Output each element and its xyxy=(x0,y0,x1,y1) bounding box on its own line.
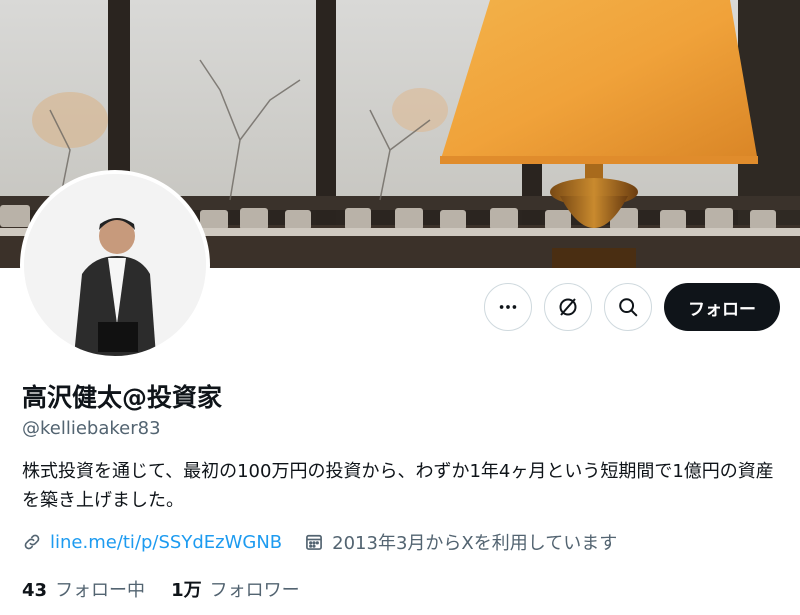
profile-link[interactable]: line.me/ti/p/SSYdEzWGNB xyxy=(22,532,282,553)
profile-link-text[interactable]: line.me/ti/p/SSYdEzWGNB xyxy=(50,532,282,553)
grok-icon xyxy=(559,298,577,316)
follow-stats: 43 フォロー中 1万 フォロワー xyxy=(22,576,326,602)
profile-actions: フォロー xyxy=(484,283,780,331)
search-button[interactable] xyxy=(604,283,652,331)
followers-stat[interactable]: 1万 フォロワー xyxy=(171,576,300,602)
bio-text: 株式投資を通じて、最初の100万円の投資から、わずか1年4ヶ月という短期間で1億… xyxy=(22,461,774,511)
profile-meta: line.me/ti/p/SSYdEzWGNB 2013年3月からXを利用してい… xyxy=(22,529,639,555)
following-label: フォロー中 xyxy=(55,580,146,601)
avatar[interactable] xyxy=(20,170,210,360)
followers-count: 1万 xyxy=(171,580,202,601)
more-button[interactable] xyxy=(484,283,532,331)
followers-label: フォロワー xyxy=(209,580,300,601)
user-handle: @kelliebaker83 xyxy=(22,418,161,439)
joined-date-text: 2013年3月からXを利用しています xyxy=(332,533,618,554)
follow-button[interactable]: フォロー xyxy=(664,283,780,331)
following-stat[interactable]: 43 フォロー中 xyxy=(22,576,145,602)
link-icon xyxy=(24,534,40,550)
joined-date: 2013年3月からXを利用しています xyxy=(304,529,617,555)
more-dots-icon xyxy=(499,305,517,309)
avatar-photo xyxy=(24,174,206,356)
grok-button[interactable] xyxy=(544,283,592,331)
search-icon xyxy=(619,298,638,317)
following-count: 43 xyxy=(22,580,48,601)
display-name: 高沢健太@投資家 xyxy=(22,383,223,412)
calendar-icon xyxy=(306,534,323,550)
